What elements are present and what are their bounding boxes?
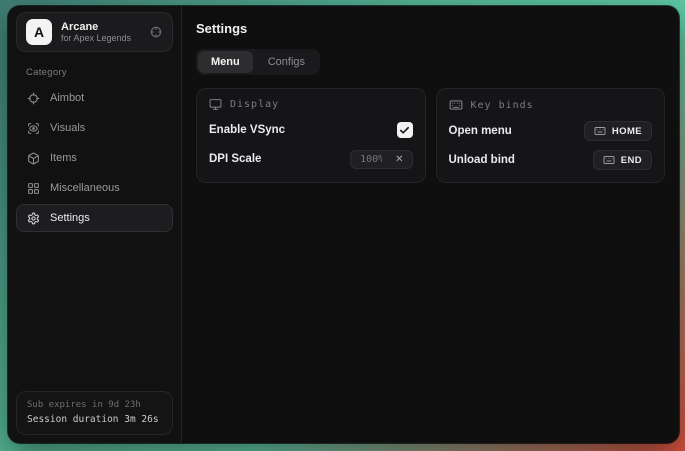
sidebar-item-label: Items (50, 152, 77, 164)
sidebar-item-label: Settings (50, 212, 90, 224)
keyboard-icon (594, 125, 606, 137)
keyboard-icon (449, 98, 463, 112)
vsync-label: Enable VSync (209, 124, 285, 136)
unload-bind-key: END (621, 155, 642, 166)
sub-expires-text: Sub expires in 9d 23h (27, 399, 162, 413)
setting-row-dpi: DPI Scale ✕ (209, 149, 413, 169)
keyboard-icon (603, 154, 615, 166)
scan-eye-icon (27, 122, 40, 135)
sidebar-item-settings[interactable]: Settings (16, 204, 173, 232)
open-menu-keybind[interactable]: HOME (584, 121, 652, 141)
dpi-scale-label: DPI Scale (209, 153, 261, 165)
setting-row-open-menu: Open menu HOME (449, 121, 653, 141)
brand-text: Arcane for Apex Legends (61, 21, 140, 44)
sidebar-item-label: Miscellaneous (50, 182, 120, 194)
keybinds-card-header: Key binds (449, 98, 653, 112)
setting-row-unload-bind: Unload bind END (449, 150, 653, 170)
brand-subtitle: for Apex Legends (61, 33, 140, 43)
brand-title: Arcane (61, 21, 140, 34)
keybinds-card-title: Key binds (471, 100, 534, 111)
open-menu-label: Open menu (449, 125, 512, 137)
brand-logo: A (26, 19, 52, 45)
unload-bind-label: Unload bind (449, 154, 515, 166)
app-window: A Arcane for Apex Legends Category Aimbo… (8, 6, 679, 443)
display-card-header: Display (209, 98, 413, 111)
tab-configs[interactable]: Configs (255, 51, 318, 73)
sidebar-item-label: Visuals (50, 122, 85, 134)
keybinds-card: Key binds Open menu HOME Unload bind (436, 88, 666, 183)
sidebar-item-items[interactable]: Items (16, 144, 173, 172)
monitor-icon (209, 98, 222, 111)
gear-icon (27, 212, 40, 225)
display-card-title: Display (230, 99, 279, 110)
sidebar-item-miscellaneous[interactable]: Miscellaneous (16, 174, 173, 202)
category-label: Category (26, 67, 173, 78)
vsync-checkbox[interactable] (397, 122, 413, 138)
crosshair-icon[interactable] (149, 25, 163, 39)
sidebar-nav: Aimbot Visuals (16, 84, 173, 232)
settings-cards: Display Enable VSync DPI Scale ✕ (196, 88, 665, 183)
package-icon (27, 152, 40, 165)
display-card: Display Enable VSync DPI Scale ✕ (196, 88, 426, 183)
dpi-scale-control: ✕ (350, 150, 412, 169)
setting-row-vsync: Enable VSync (209, 120, 413, 140)
sidebar-item-label: Aimbot (50, 92, 84, 104)
subscription-info-card: Sub expires in 9d 23h Session duration 3… (16, 391, 173, 435)
dpi-scale-input[interactable] (351, 154, 391, 165)
sidebar-item-aimbot[interactable]: Aimbot (16, 84, 173, 112)
grid-icon (27, 182, 40, 195)
page-title: Settings (196, 21, 665, 36)
crosshair-icon (27, 92, 40, 105)
brand-card: A Arcane for Apex Legends (16, 12, 173, 52)
sidebar-item-visuals[interactable]: Visuals (16, 114, 173, 142)
open-menu-key: HOME (612, 126, 642, 137)
tab-menu[interactable]: Menu (198, 51, 253, 73)
unload-bind-keybind[interactable]: END (593, 150, 652, 170)
settings-tabbar: Menu Configs (196, 49, 320, 75)
sidebar: A Arcane for Apex Legends Category Aimbo… (8, 6, 182, 443)
session-duration-text: Session duration 3m 26s (27, 413, 162, 427)
dpi-clear-button[interactable]: ✕ (391, 151, 411, 168)
main-content: Settings Menu Configs Display Enable VSy… (182, 6, 679, 443)
